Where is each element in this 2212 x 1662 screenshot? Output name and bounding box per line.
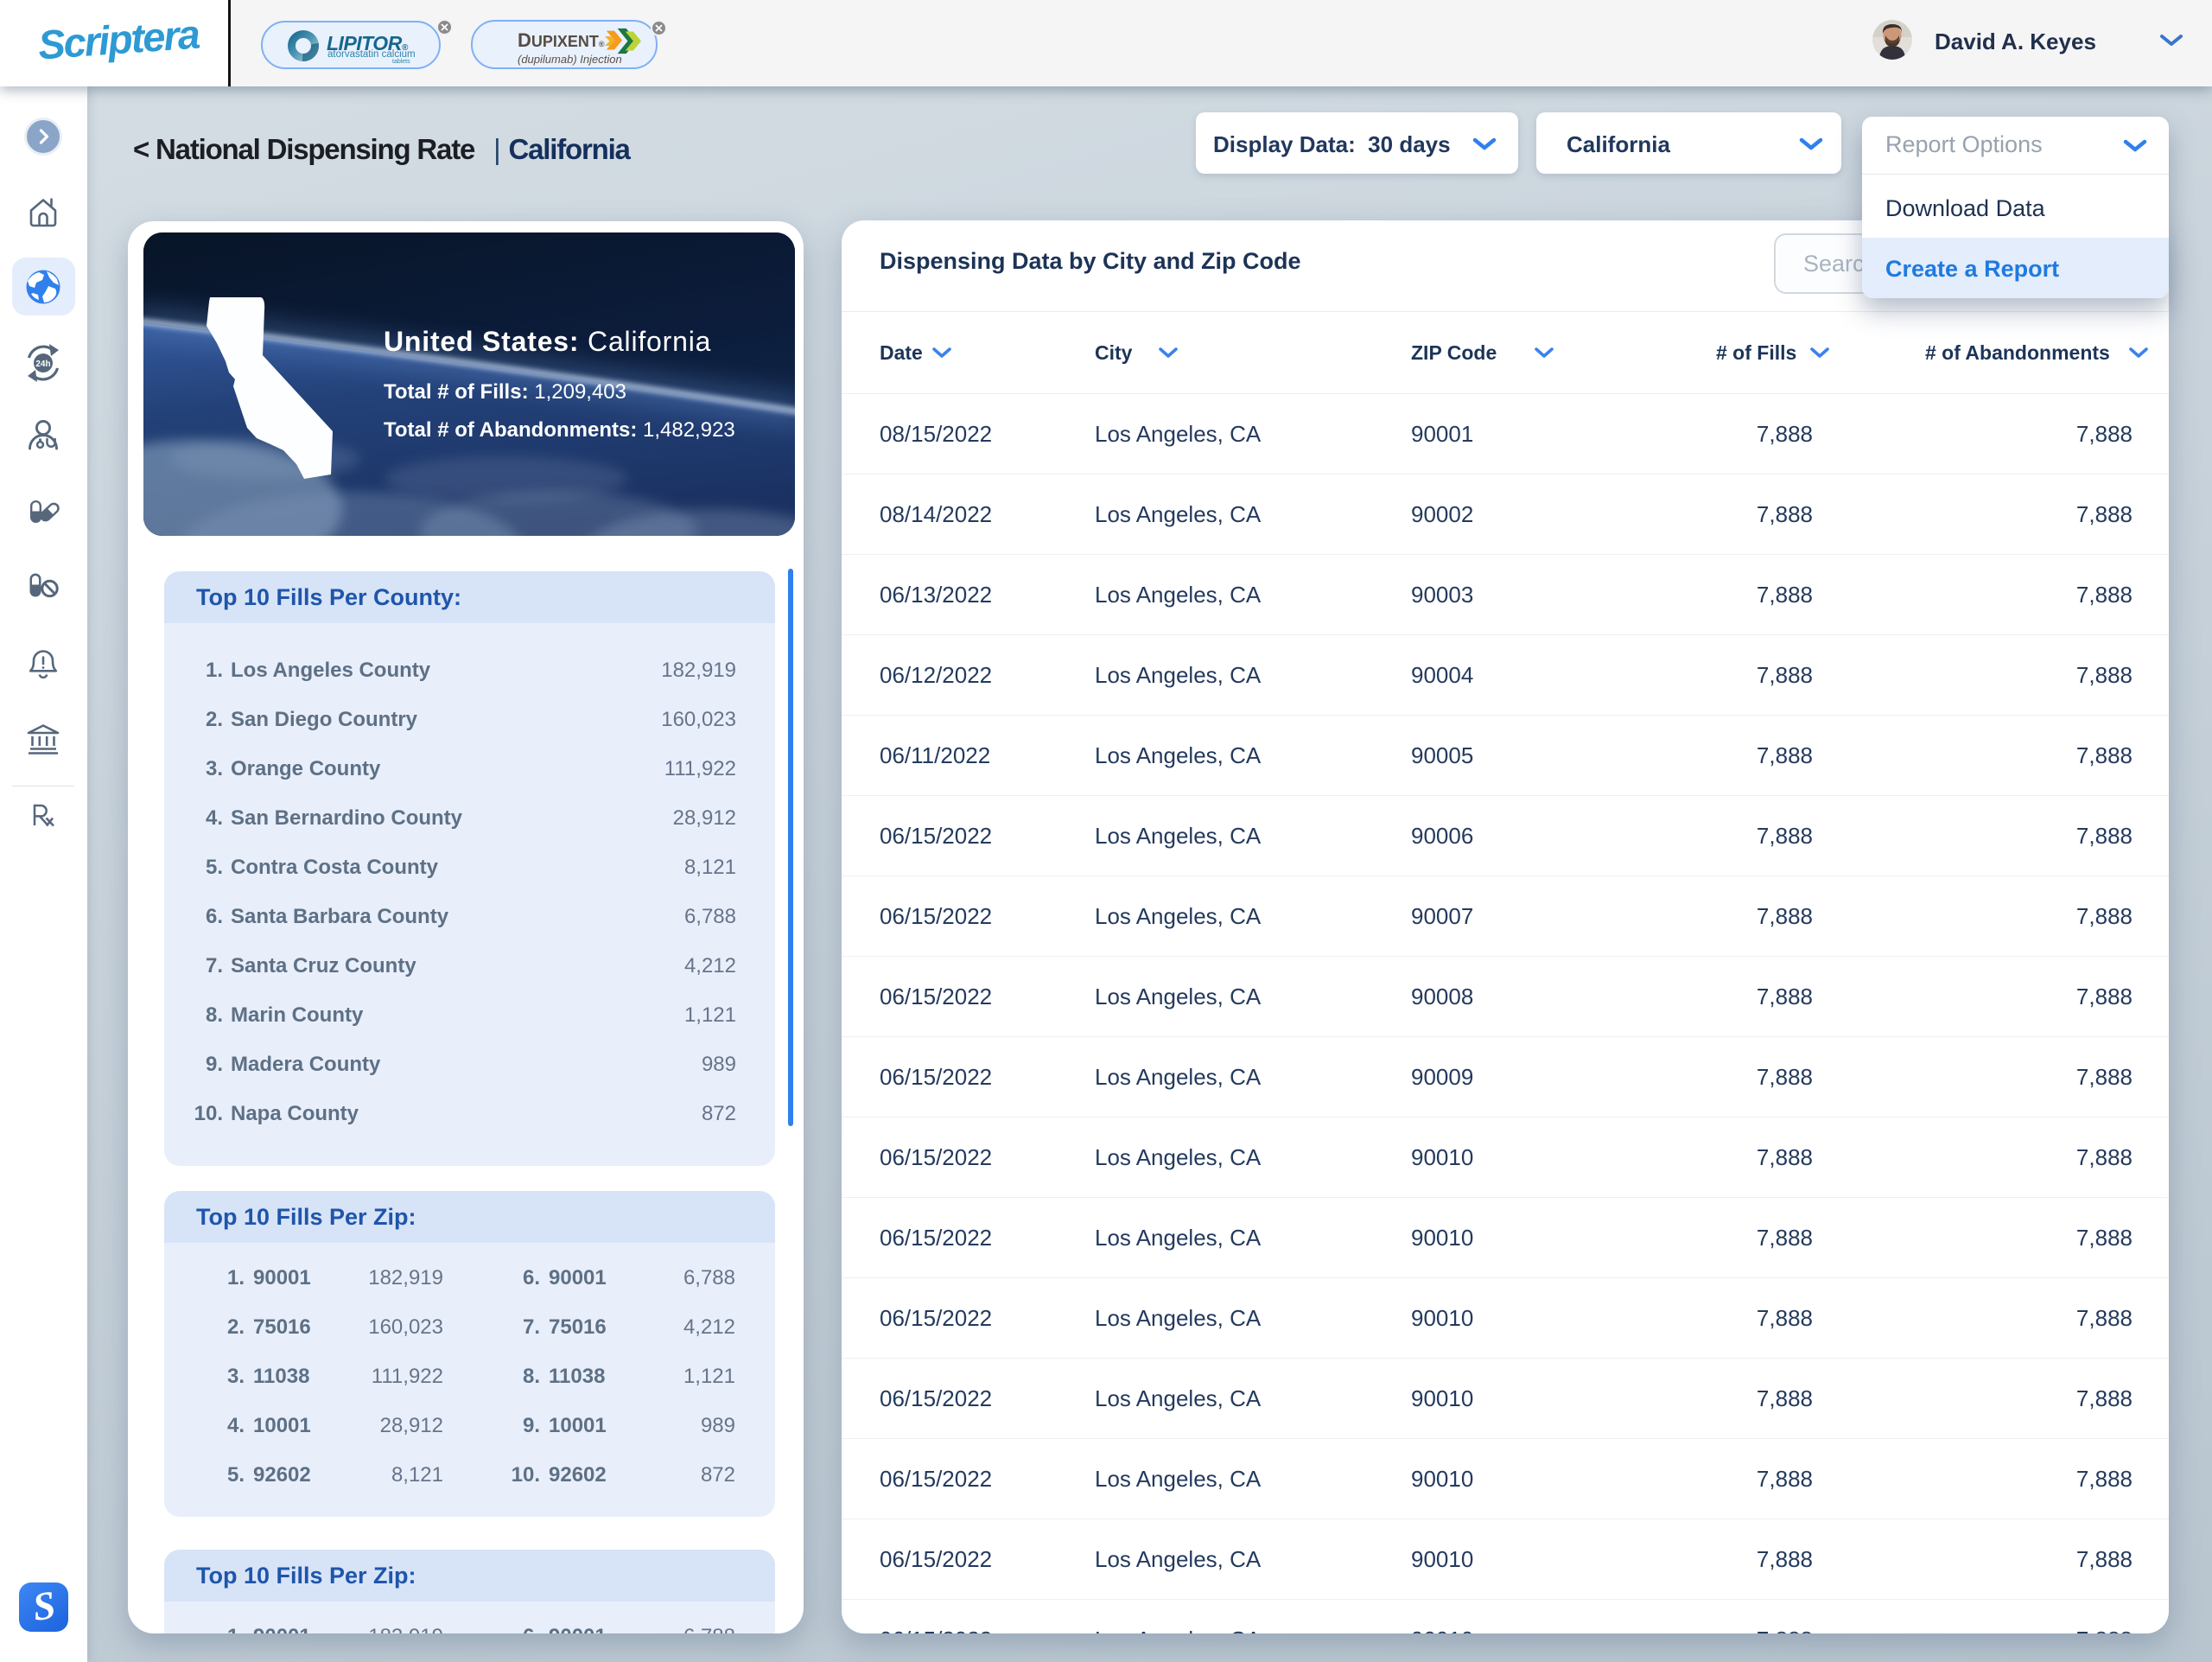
svg-text:24h: 24h: [35, 360, 50, 369]
